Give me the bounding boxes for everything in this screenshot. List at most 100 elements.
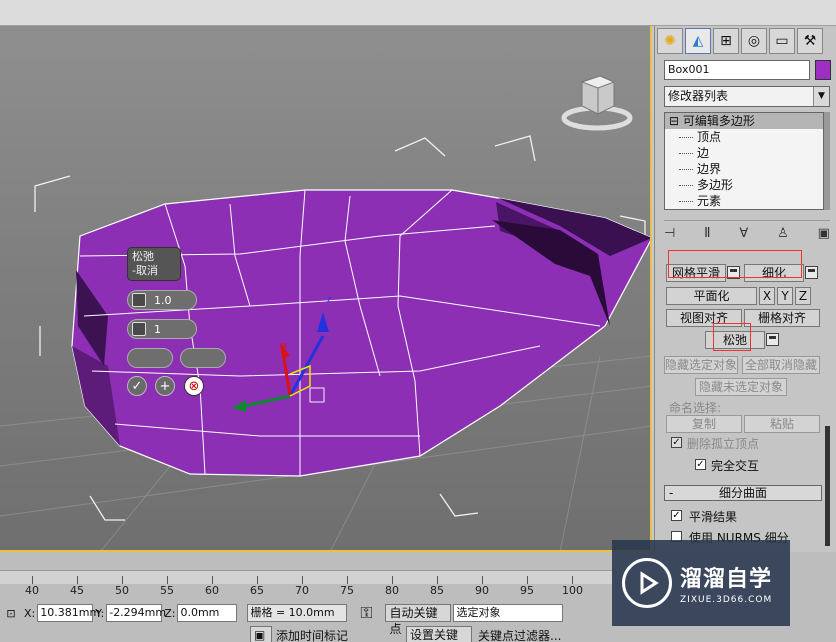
pin-stack-icon[interactable]: ⊣ — [664, 226, 675, 241]
tick-label: 60 — [205, 584, 219, 597]
relax-caddy-title: 松弛 -取消 — [128, 248, 180, 280]
copy-button[interactable]: 复制 — [666, 415, 742, 433]
tick-label: 65 — [250, 584, 264, 597]
stack-item-polygon[interactable]: 多边形 — [665, 177, 823, 193]
relax-iterations-value: 1 — [154, 322, 161, 336]
hide-selected-button[interactable]: 隐藏选定对象 — [664, 356, 738, 374]
hide-unselected-button[interactable]: 隐藏未选定对象 — [695, 378, 787, 396]
viewcube[interactable] — [560, 62, 634, 136]
play-logo-icon — [622, 558, 672, 608]
planarize-x-button[interactable]: X — [759, 287, 775, 305]
delete-isolated-label: 删除孤立顶点 — [687, 437, 760, 451]
grid-spacing-label: 栅格 = 10.0mm — [247, 604, 348, 622]
delete-isolated-checkbox[interactable]: ✓ — [671, 437, 682, 448]
tick-label: 75 — [340, 584, 354, 597]
top-strip — [0, 0, 836, 26]
tick-label: 90 — [475, 584, 489, 597]
stack-item-vertex[interactable]: 顶点 — [665, 129, 823, 145]
full-interactivity-label: 完全交互 — [711, 459, 760, 473]
command-panel: ✺ ◭ ⊞ ◎ ▭ ⚒ Box001 修改器列表 ▼ ⊟ 可编辑多边形 顶点 边… — [654, 26, 836, 552]
time-tag-icon[interactable]: ▣ — [250, 626, 272, 642]
tick-label: 50 — [115, 584, 129, 597]
tessellate-settings-icon[interactable] — [805, 266, 818, 279]
planarize-z-button[interactable]: Z — [795, 287, 811, 305]
tick-label: 45 — [70, 584, 84, 597]
lock-selection-icon[interactable]: ⊡ — [0, 607, 22, 620]
create-tab-icon[interactable]: ✺ — [657, 28, 683, 54]
y-coordinate-field[interactable]: -2.294mm — [106, 604, 166, 622]
perspective-viewport[interactable]: z x 松弛 -取消 1.0 1 ✓ + ⊗ — [0, 26, 652, 552]
modifier-stack: ⊟ 可编辑多边形 顶点 边 边界 多边形 元素 — [664, 112, 824, 210]
cancel-icon[interactable]: ⊗ — [184, 376, 204, 396]
full-interactivity-checkbox[interactable]: ✓ — [695, 459, 706, 470]
add-time-tag-label[interactable]: 添加时间标记 — [276, 627, 416, 642]
status-row: ⊡ X: 10.381mm Y: -2.294mm Z: 0.0mm 栅格 = … — [0, 602, 564, 636]
stack-toolbar: ⊣ Ⅱ ∀ ♙ ▣ — [664, 220, 830, 244]
svg-text:x: x — [282, 341, 288, 351]
tick-label: 80 — [385, 584, 399, 597]
modifier-list-dropdown[interactable]: 修改器列表 ▼ — [664, 86, 830, 107]
modify-tab-icon[interactable]: ◭ — [685, 28, 711, 54]
subdivision-surface-rollout[interactable]: - 细分曲面 — [664, 485, 822, 501]
ok-icon[interactable]: ✓ — [127, 376, 147, 396]
utilities-tab-icon[interactable]: ⚒ — [797, 28, 823, 54]
highlight-box — [668, 250, 802, 278]
stack-item-edge[interactable]: 边 — [665, 145, 823, 161]
stack-item-element[interactable]: 元素 — [665, 193, 823, 209]
set-key-button[interactable]: 设置关键点 — [406, 626, 472, 642]
subdivision-surface-title: 细分曲面 — [718, 486, 767, 500]
grid-align-button[interactable]: 栅格对齐 — [744, 309, 820, 327]
modifier-list-label: 修改器列表 — [668, 89, 729, 103]
tick-label: 70 — [295, 584, 309, 597]
remove-modifier-icon[interactable]: ♙ — [777, 226, 789, 241]
y-label: Y: — [95, 606, 105, 620]
stack-scrollbar[interactable] — [824, 112, 830, 210]
svg-text:z: z — [327, 295, 332, 305]
tick-label: 100 — [562, 584, 583, 597]
stack-item-border[interactable]: 边界 — [665, 161, 823, 177]
planarize-y-button[interactable]: Y — [777, 287, 793, 305]
keep-outer-corners-toggle[interactable] — [180, 348, 226, 368]
z-coordinate-field[interactable]: 0.0mm — [177, 604, 238, 622]
configure-sets-icon[interactable]: ▣ — [818, 226, 830, 241]
tick-label: 40 — [25, 584, 39, 597]
object-name-input[interactable]: Box001 — [664, 60, 810, 80]
apply-and-continue-icon[interactable]: + — [155, 376, 175, 396]
tick-label: 85 — [430, 584, 444, 597]
named-selections-label: 命名选择: — [669, 401, 722, 415]
iterations-icon — [132, 322, 146, 336]
make-unique-icon[interactable]: ∀ — [739, 226, 748, 241]
smooth-result-checkbox[interactable]: ✓ — [671, 510, 682, 521]
keep-boundary-toggle[interactable] — [127, 348, 173, 368]
show-end-result-icon[interactable]: Ⅱ — [704, 226, 710, 241]
motion-tab-icon[interactable]: ◎ — [741, 28, 767, 54]
amount-icon — [132, 293, 146, 307]
paste-button[interactable]: 粘贴 — [744, 415, 820, 433]
planarize-button[interactable]: 平面化 — [666, 287, 757, 305]
x-coordinate-field[interactable]: 10.381mm — [37, 604, 100, 622]
unhide-all-button[interactable]: 全部取消隐藏 — [742, 356, 820, 374]
object-color-swatch[interactable] — [815, 60, 831, 80]
display-tab-icon[interactable]: ▭ — [769, 28, 795, 54]
relax-iterations-field[interactable]: 1 — [127, 319, 197, 339]
panel-scrollbar[interactable] — [825, 426, 830, 546]
smooth-result-label: 平滑结果 — [689, 510, 738, 524]
relax-amount-field[interactable]: 1.0 — [127, 290, 197, 310]
chevron-down-icon: ▼ — [813, 87, 829, 106]
watermark: 溜溜自学 ZIXUE.3D66.COM — [612, 540, 790, 626]
stack-item-editable-poly[interactable]: ⊟ 可编辑多边形 — [665, 113, 823, 129]
selection-set-dropdown[interactable]: 选定对象 — [453, 604, 564, 622]
tick-label: 55 — [160, 584, 174, 597]
timeline-track[interactable] — [0, 570, 612, 584]
caddy-title-label: 松弛 — [132, 250, 154, 263]
key-icon[interactable]: ⚿ — [347, 603, 385, 623]
watermark-url: ZIXUE.3D66.COM — [680, 595, 773, 605]
hierarchy-tab-icon[interactable]: ⊞ — [713, 28, 739, 54]
key-filters-button[interactable]: 关键点过滤器... — [478, 627, 561, 642]
auto-key-button[interactable]: 自动关键点 — [385, 604, 452, 636]
relax-settings-icon[interactable] — [766, 333, 779, 346]
z-label: Z: — [164, 606, 176, 620]
collapse-icon: - — [669, 486, 674, 500]
status-row-2: ▣ 添加时间标记 设置关键点 关键点过滤器... — [0, 624, 561, 642]
caddy-cancel-label[interactable]: -取消 — [132, 264, 176, 278]
